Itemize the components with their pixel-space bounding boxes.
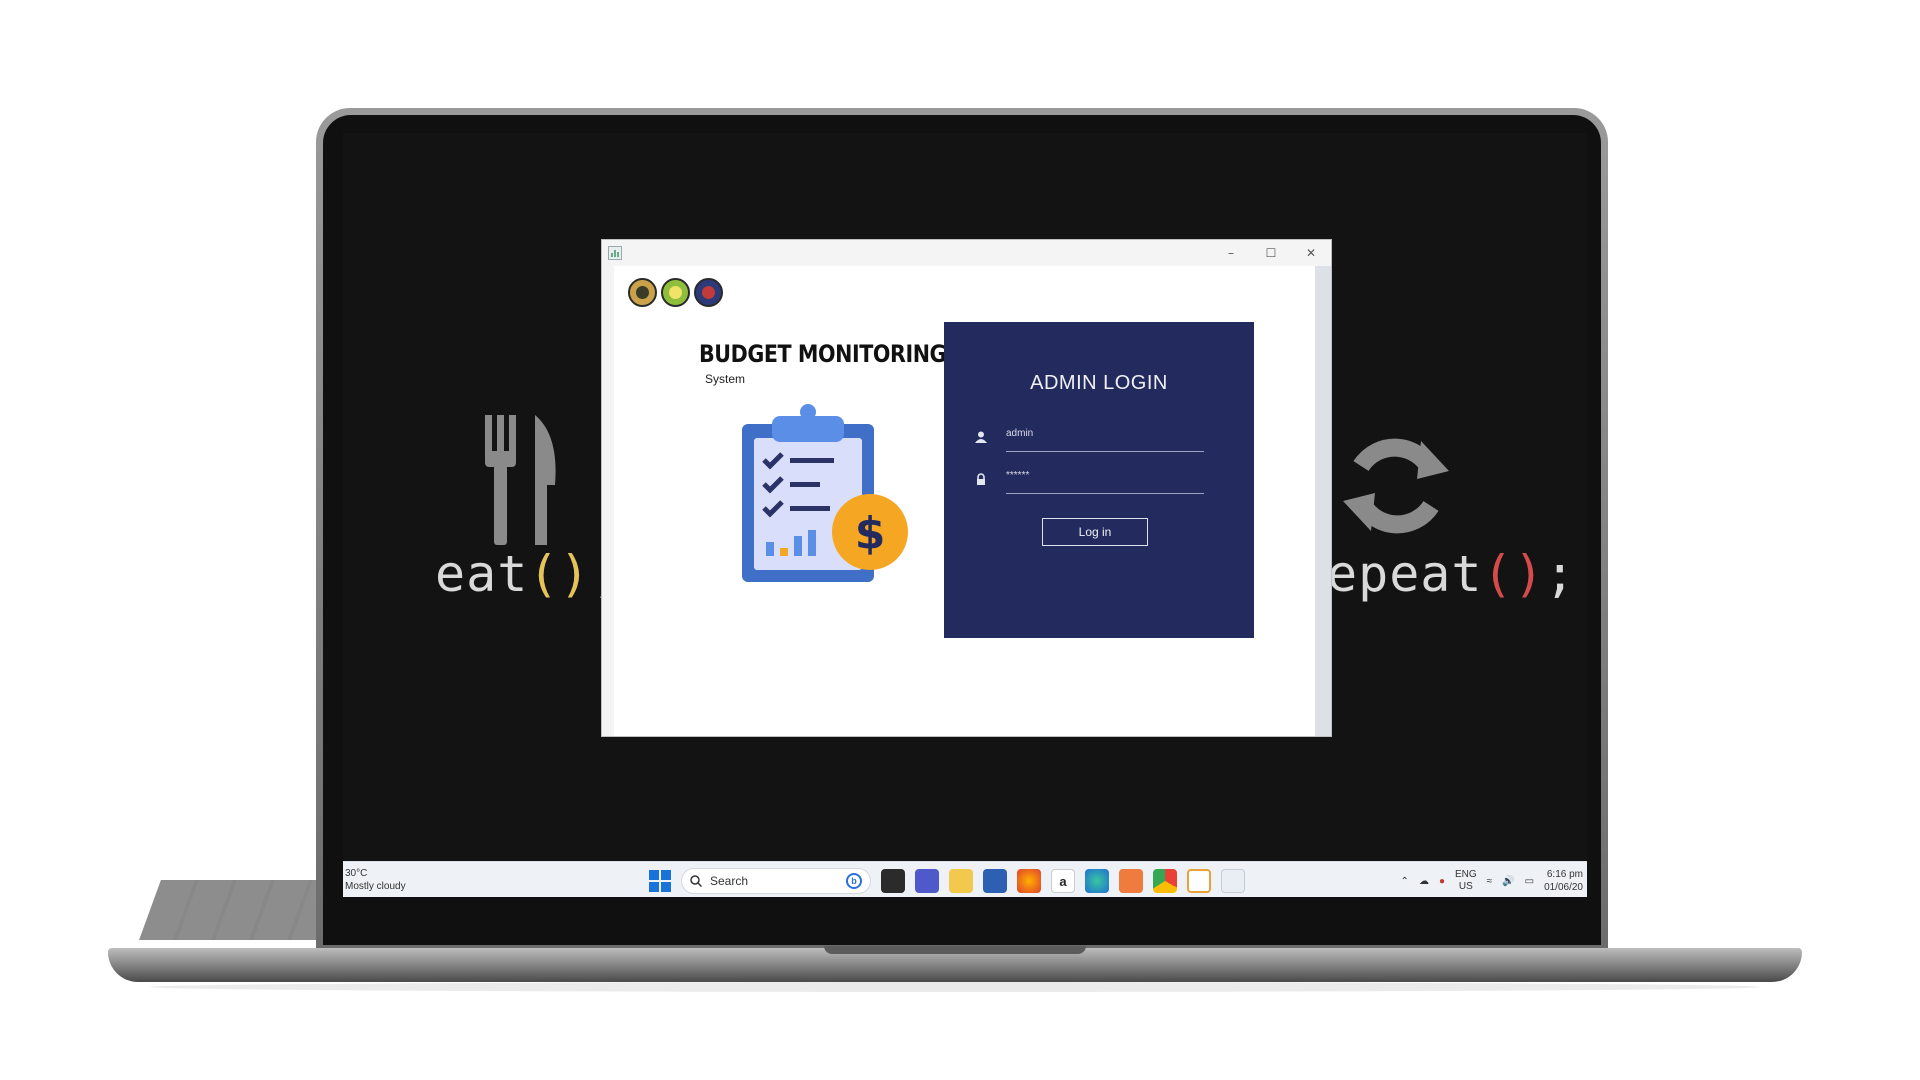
java-app-icon[interactable]: [608, 246, 622, 260]
app-subtitle: System: [705, 372, 746, 386]
code-right-prefix: epeat: [1327, 545, 1483, 603]
taskbar-search[interactable]: Search b: [681, 868, 871, 894]
code-left-prefix: eat: [435, 545, 529, 603]
app-window: – ☐ ✕ BUDGET MONITORING System $ ADMIN L…: [601, 239, 1332, 737]
laptop-shadow: [150, 982, 1760, 992]
window-titlebar[interactable]: – ☐ ✕: [602, 240, 1331, 266]
code-left-parens: (): [528, 545, 591, 603]
laptop-base-notch: [824, 946, 1086, 954]
clipboard-budget-icon: $: [742, 404, 908, 582]
onedrive-icon[interactable]: ☁: [1419, 876, 1429, 887]
file-explorer-icon[interactable]: [949, 869, 973, 893]
password-value[interactable]: ******: [1006, 470, 1029, 481]
wifi-icon[interactable]: ≈: [1487, 876, 1493, 887]
username-value[interactable]: admin: [1006, 428, 1033, 439]
minimize-button[interactable]: –: [1211, 240, 1251, 266]
chevron-up-icon[interactable]: ⌃: [1401, 876, 1409, 887]
clock-date: 01/06/20: [1544, 882, 1583, 893]
password-field[interactable]: ******: [974, 468, 1204, 494]
login-heading: ADMIN LOGIN: [1030, 372, 1168, 394]
taskbar: 30°C Mostly cloudy Search b a ⌃ ☁ ● ENG …: [343, 861, 1587, 897]
code-right-suffix: ;: [1544, 545, 1576, 603]
weather-desc: Mostly cloudy: [345, 881, 406, 892]
task-view-icon[interactable]: [881, 869, 905, 893]
xampp-icon[interactable]: [1119, 869, 1143, 893]
utensils-icon: [485, 415, 556, 545]
store-icon[interactable]: [983, 869, 1007, 893]
window-side-strip: [1315, 266, 1331, 736]
volume-icon[interactable]: 🔊: [1502, 876, 1514, 887]
stage: eat(); epeat(); – ☐ ✕: [0, 0, 1920, 1080]
language-indicator[interactable]: ENG US: [1455, 869, 1477, 893]
chrome-icon[interactable]: [1153, 869, 1177, 893]
firefox-icon[interactable]: [1017, 869, 1041, 893]
edge-icon[interactable]: [1085, 869, 1109, 893]
login-button[interactable]: Log in: [1042, 518, 1148, 546]
battery-icon[interactable]: ▭: [1525, 876, 1534, 887]
desktop-screen: eat(); epeat(); – ☐ ✕: [343, 133, 1587, 897]
svg-text:$: $: [855, 508, 886, 559]
taskbar-apps: Search b a: [649, 867, 1245, 895]
lang-line1: ENG: [1454, 869, 1477, 880]
admin-login-panel: ADMIN LOGIN admin ****** Log in: [944, 322, 1254, 638]
close-button[interactable]: ✕: [1291, 240, 1331, 266]
system-tray: ⌃ ☁ ● ENG US ≈ 🔊 ▭ 6:16 pm 01/06/20: [1401, 865, 1587, 897]
seal-2-icon: [661, 278, 690, 307]
user-icon: [974, 430, 988, 444]
weather-temp: 30°C: [345, 868, 368, 879]
lang-line2: US: [1458, 881, 1473, 892]
username-field[interactable]: admin: [974, 426, 1204, 452]
laptop-lid: eat(); epeat(); – ☐ ✕: [316, 108, 1608, 952]
window-controls: – ☐ ✕: [1211, 240, 1331, 266]
code-right-parens: (): [1482, 545, 1545, 603]
wallpaper-code-left: eat();: [435, 545, 622, 603]
seal-1-icon: [628, 278, 657, 307]
password-underline: [1006, 493, 1204, 494]
weather-widget[interactable]: 30°C Mostly cloudy: [345, 867, 406, 893]
maximize-button[interactable]: ☐: [1251, 240, 1291, 266]
refresh-icon: [1343, 438, 1449, 534]
teams-chat-icon[interactable]: [915, 869, 939, 893]
hexagon-app-icon[interactable]: [1187, 869, 1211, 893]
clock-time: 6:16 pm: [1546, 869, 1583, 880]
tray-app-icon[interactable]: ●: [1439, 876, 1445, 887]
amazon-icon[interactable]: a: [1051, 869, 1075, 893]
window-client-area: BUDGET MONITORING System $ ADMIN LOGIN a…: [614, 266, 1317, 736]
seal-3-icon: [694, 278, 723, 307]
laptop-bezel: eat(); epeat(); – ☐ ✕: [323, 115, 1601, 945]
search-label: Search: [710, 874, 749, 888]
search-icon: [690, 875, 702, 887]
username-underline: [1006, 451, 1204, 452]
start-button[interactable]: [649, 870, 671, 892]
logo-row: [628, 278, 723, 307]
clock[interactable]: 6:16 pm 01/06/20: [1544, 868, 1583, 894]
java-taskbar-icon[interactable]: [1221, 869, 1245, 893]
app-title: BUDGET MONITORING: [699, 340, 947, 368]
wallpaper-code-right: epeat();: [1327, 545, 1576, 603]
lock-icon: [974, 472, 988, 486]
bing-icon[interactable]: b: [846, 873, 862, 889]
